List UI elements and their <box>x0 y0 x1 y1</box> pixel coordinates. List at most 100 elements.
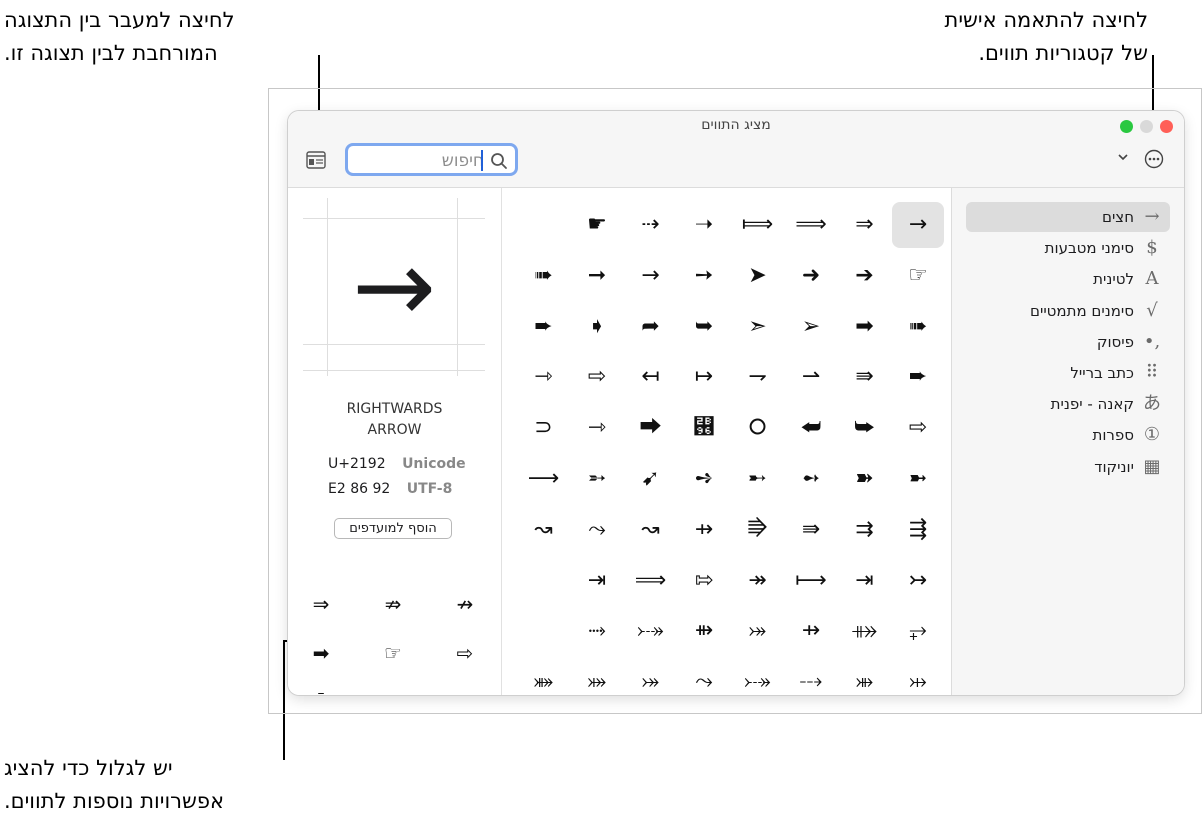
character-cell[interactable]: ➤ <box>732 253 784 299</box>
sidebar-item[interactable]: $ סימני מטבעות <box>966 233 1170 263</box>
character-cell[interactable]: ↦ <box>678 354 730 400</box>
character-cell[interactable]: → <box>625 253 677 299</box>
search-input[interactable] <box>382 149 486 173</box>
add-to-favorites-button[interactable]: הוסף למועדפים <box>334 518 452 539</box>
character-cell[interactable]: ➡ <box>839 304 891 350</box>
related-character[interactable]: ⇨ <box>445 633 485 673</box>
related-character[interactable]: ☞ <box>373 633 413 673</box>
character-cell[interactable]: ⇛ <box>839 354 891 400</box>
character-cell[interactable]: ➢ <box>785 304 837 350</box>
character-cell[interactable]: ⇒ <box>839 202 891 248</box>
character-cell[interactable]: ⇶ <box>892 507 944 553</box>
character-cell[interactable]: ⤳ <box>678 659 730 695</box>
expanded-view-icon[interactable] <box>306 151 326 169</box>
sidebar-item[interactable]: ① ספרות <box>966 420 1170 450</box>
character-cell[interactable]: ⟹ <box>785 202 837 248</box>
character-cell[interactable]: ↣ <box>892 558 944 604</box>
minimize-button[interactable] <box>1140 120 1153 133</box>
character-cell[interactable]: ➵ <box>571 456 623 502</box>
related-character[interactable]: ⍑ <box>301 682 341 695</box>
character-cell[interactable]: ➨ <box>518 304 570 350</box>
character-cell[interactable]: ⮖ <box>678 405 730 451</box>
character-cell[interactable]: ⊃ <box>518 405 570 451</box>
character-cell[interactable]: ⭘ <box>732 405 784 451</box>
related-character[interactable]: ⇒ <box>301 584 341 624</box>
character-cell[interactable]: ↠ <box>732 558 784 604</box>
character-cell[interactable]: ⤳ <box>571 507 623 553</box>
character-cell[interactable]: ➠ <box>892 304 944 350</box>
character-cell[interactable]: ⮨ <box>785 405 837 451</box>
character-cell[interactable]: ⤘ <box>518 659 570 695</box>
character-cell[interactable]: ➞ <box>571 253 623 299</box>
search-field[interactable] <box>345 143 518 176</box>
character-cell[interactable]: ⭆ <box>732 507 784 553</box>
character-cell[interactable]: ⥅ <box>892 608 944 654</box>
character-cell[interactable]: ➧ <box>571 304 623 350</box>
character-cell[interactable]: ⇸ <box>678 507 730 553</box>
character-cell[interactable]: ⇾ <box>518 354 570 400</box>
character-cell[interactable]: ⤁ <box>839 608 891 654</box>
character-cell[interactable]: ➙ <box>678 253 730 299</box>
character-cell[interactable]: ↝ <box>625 507 677 553</box>
character-cell[interactable]: ⇰ <box>678 558 730 604</box>
sidebar-item[interactable]: ,• פיסוק <box>966 327 1170 357</box>
character-cell[interactable]: ➣ <box>732 304 784 350</box>
character-cell[interactable]: ⟾ <box>732 202 784 248</box>
character-cell[interactable]: ⇉ <box>839 507 891 553</box>
related-character[interactable]: ↛ <box>445 584 485 624</box>
character-cell[interactable]: ⤔ <box>892 659 944 695</box>
related-character[interactable]: ⊕ <box>373 682 413 695</box>
character-cell[interactable]: ⤗ <box>571 659 623 695</box>
character-cell[interactable]: ➔ <box>839 253 891 299</box>
utf8-value[interactable]: E2 86 92 <box>328 481 390 497</box>
unicode-value[interactable]: U+2192 <box>328 456 386 472</box>
character-cell[interactable]: ⇀ <box>785 354 837 400</box>
character-cell[interactable]: ⟶ <box>518 456 570 502</box>
character-cell[interactable]: ⤕ <box>839 659 891 695</box>
character-cell[interactable]: ☞ <box>892 253 944 299</box>
character-cell[interactable]: ⇛ <box>785 507 837 553</box>
chevron-down-icon[interactable] <box>1117 151 1129 163</box>
character-cell[interactable]: ➺ <box>678 456 730 502</box>
character-cell[interactable]: → <box>892 202 944 248</box>
character-cell[interactable]: ⤑ <box>571 608 623 654</box>
character-cell[interactable]: ⤏ <box>785 659 837 695</box>
character-cell[interactable]: ↤ <box>625 354 677 400</box>
related-character[interactable]: ⇏ <box>373 584 413 624</box>
character-cell[interactable]: ⤖ <box>625 659 677 695</box>
character-cell[interactable]: ⇨ <box>892 405 944 451</box>
character-cell[interactable]: ⟼ <box>785 558 837 604</box>
sidebar-item[interactable]: ▦ יוניקוד <box>966 452 1170 482</box>
character-cell[interactable]: ⇢ <box>625 202 677 248</box>
character-cell[interactable]: ⇥ <box>839 558 891 604</box>
character-cell[interactable]: ➦ <box>625 304 677 350</box>
character-cell[interactable]: ⇻ <box>678 608 730 654</box>
character-cell[interactable]: ⮩ <box>839 405 891 451</box>
character-cell[interactable]: ⤐ <box>732 659 784 695</box>
character-cell[interactable]: ⇁ <box>732 354 784 400</box>
close-button[interactable] <box>1160 120 1173 133</box>
sidebar-item[interactable]: √ סימנים מתמטיים <box>966 296 1170 326</box>
character-cell[interactable]: ➥ <box>678 304 730 350</box>
character-cell[interactable]: ➜ <box>785 253 837 299</box>
character-cell[interactable]: ⇨ <box>571 354 623 400</box>
character-cell[interactable]: ⤐ <box>625 608 677 654</box>
sidebar-item[interactable]: → חצים <box>966 202 1170 232</box>
character-cell[interactable]: ⤖ <box>732 608 784 654</box>
character-cell[interactable]: ⟹ <box>625 558 677 604</box>
sidebar-item[interactable]: あ קאנה - יפנית <box>966 389 1170 419</box>
character-cell[interactable]: ⇸ <box>785 608 837 654</box>
ellipsis-circle-icon[interactable] <box>1144 149 1164 169</box>
character-cell[interactable]: ➸ <box>732 456 784 502</box>
character-cell[interactable]: ⇾ <box>571 405 623 451</box>
related-character[interactable]: ➡ <box>301 633 341 673</box>
sidebar-item[interactable]: A לטינית <box>966 264 1170 294</box>
character-cell[interactable]: ➼ <box>892 456 944 502</box>
character-cell[interactable]: ⇥ <box>571 558 623 604</box>
character-cell[interactable]: ➝ <box>678 202 730 248</box>
character-cell[interactable]: ➻ <box>785 456 837 502</box>
character-cell[interactable]: ↝ <box>518 507 570 553</box>
character-cell[interactable]: ➽ <box>839 456 891 502</box>
zoom-button[interactable] <box>1120 120 1133 133</box>
character-cell[interactable]: ➠ <box>518 253 570 299</box>
